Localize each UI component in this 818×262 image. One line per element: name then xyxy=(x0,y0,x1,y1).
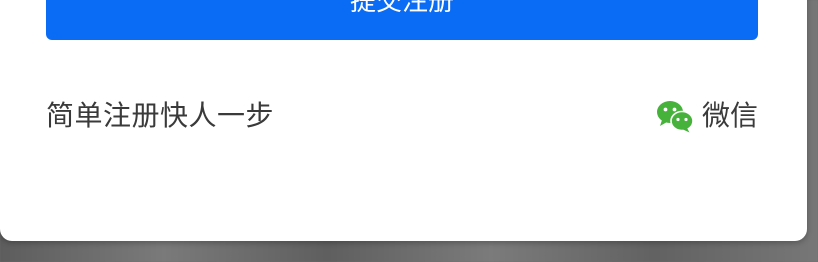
register-tagline: 简单注册快人一步 xyxy=(46,99,275,132)
wechat-label: 微信 xyxy=(701,99,758,132)
wechat-icon xyxy=(656,101,694,133)
register-modal: 提交注册 简单注册快人一步 微信 xyxy=(0,0,807,241)
submit-register-label: 提交注册 xyxy=(349,0,454,17)
submit-register-button[interactable]: 提交注册 xyxy=(46,0,758,40)
wechat-login-link[interactable]: 微信 xyxy=(656,98,758,134)
